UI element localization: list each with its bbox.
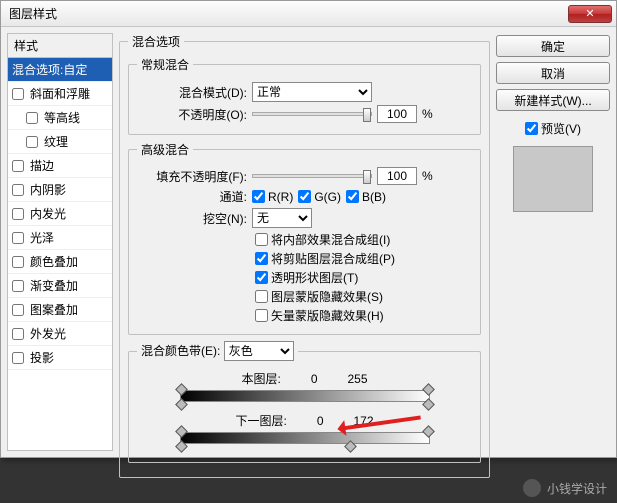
style-item-8[interactable]: 颜色叠加	[8, 250, 112, 274]
style-item-label: 内发光	[30, 205, 66, 222]
blend-if-group: 混合颜色带(E): 灰色 本图层: 0 255	[128, 341, 481, 463]
this-layer-gradient[interactable]	[180, 390, 430, 402]
style-item-check[interactable]	[26, 112, 38, 124]
blend-mode-label: 混合模式(D):	[137, 84, 247, 101]
watermark-icon	[523, 479, 541, 497]
style-item-label: 内阴影	[30, 181, 66, 198]
style-item-3[interactable]: 纹理	[8, 130, 112, 154]
pct-label-2: %	[422, 169, 433, 183]
knockout-label: 挖空(N):	[137, 210, 247, 227]
ok-button[interactable]: 确定	[496, 35, 610, 57]
style-item-5[interactable]: 内阴影	[8, 178, 112, 202]
style-item-check[interactable]	[12, 280, 24, 292]
blend-if-select[interactable]: 灰色	[224, 341, 294, 361]
channel-b[interactable]: B(B)	[346, 190, 386, 204]
style-item-label: 渐变叠加	[30, 277, 78, 294]
style-item-label: 斜面和浮雕	[30, 85, 90, 102]
style-item-7[interactable]: 光泽	[8, 226, 112, 250]
under-layer-label: 下一图层:	[235, 412, 286, 429]
style-item-1[interactable]: 斜面和浮雕	[8, 82, 112, 106]
style-item-11[interactable]: 外发光	[8, 322, 112, 346]
style-item-6[interactable]: 内发光	[8, 202, 112, 226]
style-item-check[interactable]	[12, 232, 24, 244]
style-item-check[interactable]	[12, 328, 24, 340]
opacity-label: 不透明度(O):	[137, 106, 247, 123]
watermark: 小钱学设计	[523, 479, 607, 497]
dialog-title: 图层样式	[9, 5, 57, 22]
style-item-label: 纹理	[44, 133, 68, 150]
style-item-label: 光泽	[30, 229, 54, 246]
blend-options-legend: 混合选项	[128, 33, 184, 50]
fill-opacity-slider[interactable]	[252, 174, 372, 178]
fill-opacity-value[interactable]: 100	[377, 167, 417, 185]
style-item-label: 混合选项:自定	[12, 61, 87, 78]
style-item-check[interactable]	[12, 304, 24, 316]
layer-style-dialog: 图层样式 ✕ 样式 混合选项:自定斜面和浮雕等高线纹理描边内阴影内发光光泽颜色叠…	[0, 0, 617, 458]
channel-g[interactable]: G(G)	[298, 190, 341, 204]
adv-check-0[interactable]: 将内部效果混合成组(I)	[255, 231, 472, 248]
channel-r[interactable]: R(R)	[252, 190, 293, 204]
blend-options-group: 混合选项 常规混合 混合模式(D): 正常 不透明度(O): 100 %	[119, 33, 490, 478]
adv-check-3[interactable]: 图层蒙版隐藏效果(S)	[255, 288, 472, 305]
this-layer-label: 本图层:	[241, 370, 280, 387]
style-item-4[interactable]: 描边	[8, 154, 112, 178]
style-item-label: 投影	[30, 349, 54, 366]
adv-check-1[interactable]: 将剪贴图层混合成组(P)	[255, 250, 472, 267]
adv-check-2[interactable]: 透明形状图层(T)	[255, 269, 472, 286]
style-item-2[interactable]: 等高线	[8, 106, 112, 130]
opacity-slider[interactable]	[252, 112, 372, 116]
general-blend-group: 常规混合 混合模式(D): 正常 不透明度(O): 100 %	[128, 56, 481, 135]
knockout-select[interactable]: 无	[252, 208, 312, 228]
close-icon: ✕	[585, 7, 594, 20]
adv-check-4[interactable]: 矢量蒙版隐藏效果(H)	[255, 307, 472, 324]
style-item-check[interactable]	[12, 160, 24, 172]
style-item-label: 图案叠加	[30, 301, 78, 318]
preview-checkbox[interactable]: 预览(V)	[496, 120, 610, 137]
style-item-check[interactable]	[12, 256, 24, 268]
fill-opacity-label: 填充不透明度(F):	[137, 168, 247, 185]
style-item-check[interactable]	[26, 136, 38, 148]
opacity-value[interactable]: 100	[377, 105, 417, 123]
advanced-blend-legend: 高级混合	[137, 141, 193, 158]
general-blend-legend: 常规混合	[137, 56, 193, 73]
style-item-12[interactable]: 投影	[8, 346, 112, 370]
style-item-10[interactable]: 图案叠加	[8, 298, 112, 322]
channels-label: 通道:	[137, 188, 247, 205]
under-layer-gradient[interactable]	[180, 432, 430, 444]
style-list: 混合选项:自定斜面和浮雕等高线纹理描边内阴影内发光光泽颜色叠加渐变叠加图案叠加外…	[7, 57, 113, 451]
style-item-check[interactable]	[12, 184, 24, 196]
close-button[interactable]: ✕	[568, 5, 612, 23]
cancel-button[interactable]: 取消	[496, 62, 610, 84]
style-item-check[interactable]	[12, 208, 24, 220]
style-item-check[interactable]	[12, 352, 24, 364]
advanced-blend-group: 高级混合 填充不透明度(F): 100 % 通道: R(R) G(G) B(B)	[128, 141, 481, 335]
style-item-label: 等高线	[44, 109, 80, 126]
new-style-button[interactable]: 新建样式(W)...	[496, 89, 610, 111]
style-item-label: 颜色叠加	[30, 253, 78, 270]
style-item-check[interactable]	[12, 88, 24, 100]
blend-mode-select[interactable]: 正常	[252, 82, 372, 102]
this-layer-low: 0	[311, 372, 318, 386]
under-layer-low: 0	[317, 414, 324, 428]
style-item-label: 描边	[30, 157, 54, 174]
style-item-label: 外发光	[30, 325, 66, 342]
blend-if-legend: 混合颜色带(E):	[141, 344, 220, 358]
pct-label: %	[422, 107, 433, 121]
titlebar[interactable]: 图层样式 ✕	[1, 1, 616, 27]
preview-swatch	[513, 146, 593, 212]
style-item-9[interactable]: 渐变叠加	[8, 274, 112, 298]
this-layer-high: 255	[348, 372, 368, 386]
style-item-0[interactable]: 混合选项:自定	[8, 58, 112, 82]
styles-header: 样式	[7, 33, 113, 57]
